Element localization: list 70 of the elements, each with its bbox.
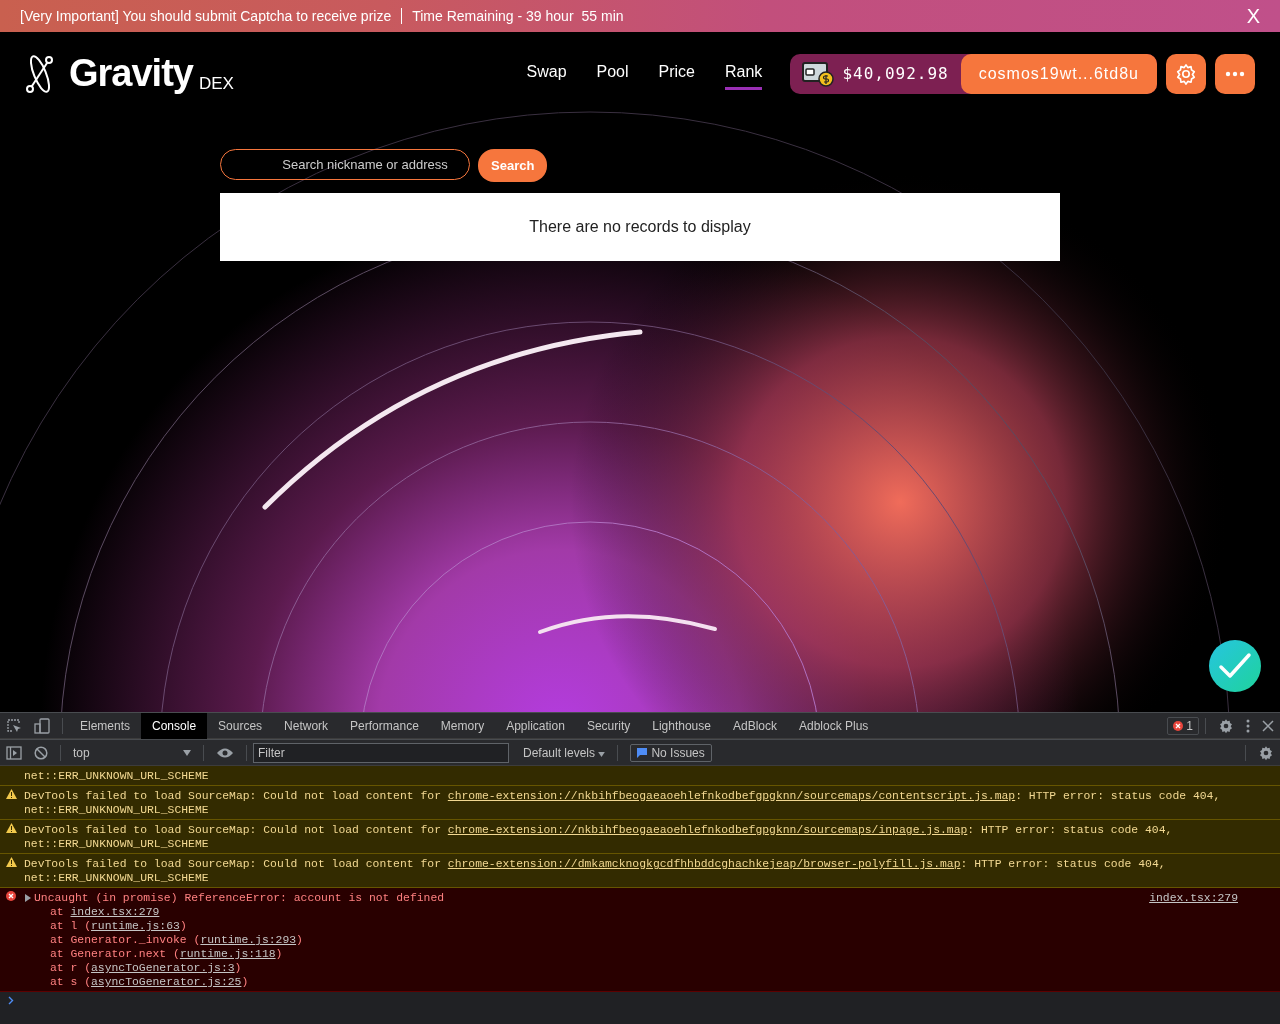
- time-remaining: Time Remaining - 39 hour: [412, 8, 574, 24]
- warning-icon: [6, 823, 17, 833]
- source-link[interactable]: runtime.js:118: [179, 948, 276, 960]
- logo-icon: [25, 53, 55, 94]
- warning-text: net::ERR_UNKNOWN_URL_SCHEME: [24, 803, 210, 817]
- caret-icon: [598, 751, 606, 757]
- warning-text: DevTools failed to load SourceMap: Could not load content for chrome-extension://nkbihfbeogaeaoehlefnkodbefgpgknn/sourcemaps/contentscript.js.map: HTTP error: status code 404,: [24, 789, 1222, 803]
- balance-amount: $40,092.98: [842, 64, 949, 83]
- devtools-tab[interactable]: Sources: [207, 712, 274, 739]
- warning-text: net::ERR_UNKNOWN_URL_SCHEME: [24, 769, 210, 783]
- expand-icon[interactable]: [24, 894, 32, 902]
- caret-icon: [183, 749, 191, 756]
- nav-tab[interactable]: Pool: [596, 57, 629, 90]
- nav-tab[interactable]: Price: [658, 57, 695, 90]
- settings-button[interactable]: [1166, 53, 1206, 94]
- warning-text: net::ERR_UNKNOWN_URL_SCHEME: [24, 837, 210, 851]
- source-link[interactable]: chrome-extension://dmkamcknogkgcdfhhbddcghachkejeap/browser-polyfill.js.map: [447, 858, 961, 870]
- warning-text: DevTools failed to load SourceMap: Could not load content for chrome-extension://nkbihfbeogaeaoehlefnkodbefgpgknn/sourcemaps/inpage.js.map: HTTP error: status code 404,: [24, 823, 1174, 837]
- devtools-tab[interactable]: Memory: [429, 712, 496, 739]
- nav-tab[interactable]: Swap: [526, 57, 567, 90]
- stack-frame: at l (runtime.js:63): [24, 919, 1280, 933]
- settings-icon: [1175, 62, 1197, 85]
- banner-message: [Very Important] You should submit Captcha to receive prize: [20, 8, 392, 24]
- stack-frame: at s (asyncToGenerator.js:25): [24, 975, 1280, 989]
- stack-frame: at r (asyncToGenerator.js:3): [24, 961, 1280, 975]
- warning-icon: [6, 857, 17, 867]
- source-link[interactable]: index.tsx:279: [70, 906, 160, 918]
- close-button[interactable]: X: [1246, 4, 1260, 28]
- time-minutes: 55 min: [581, 8, 624, 24]
- context-selector[interactable]: top: [67, 744, 197, 761]
- message-icon: [637, 747, 648, 758]
- logo-suffix: DEX: [198, 74, 234, 94]
- issues-button[interactable]: No Issues: [630, 743, 712, 762]
- search-field[interactable]: Search nickname or address: [220, 149, 470, 180]
- filter-field[interactable]: Filter: [253, 742, 509, 763]
- levels-dropdown[interactable]: Default levels: [517, 744, 612, 761]
- devtools-tab[interactable]: Console: [141, 712, 208, 739]
- check-icon: [1218, 652, 1252, 680]
- devtools-tab[interactable]: Network: [273, 712, 340, 739]
- more-button[interactable]: [1215, 53, 1255, 94]
- source-link[interactable]: chrome-extension://nkbihfbeogaeaoehlefnkodbefgpgknn/sourcemaps/contentscript.js.map: [447, 790, 1016, 802]
- devtools-tab[interactable]: Elements: [69, 712, 142, 739]
- error-icon: [1173, 720, 1184, 731]
- devtools-tab[interactable]: Lighthouse: [641, 712, 722, 739]
- error-icon: [6, 891, 16, 901]
- source-link[interactable]: index.tsx:279: [1149, 891, 1238, 905]
- empty-message: There are no records to display: [529, 218, 751, 236]
- source-link[interactable]: asyncToGenerator.js:25: [91, 976, 242, 988]
- more-icon: [1225, 70, 1245, 77]
- source-link[interactable]: asyncToGenerator.js:3: [91, 962, 235, 974]
- logo-text: Gravity: [69, 52, 193, 95]
- warning-text: net::ERR_UNKNOWN_URL_SCHEME: [24, 871, 210, 885]
- source-link[interactable]: runtime.js:63: [91, 920, 180, 932]
- stack-frame: at Generator.next (runtime.js:118): [24, 947, 1280, 961]
- error-count-badge[interactable]: 1: [1167, 716, 1199, 735]
- stack-frame: at Generator._invoke (runtime.js:293): [24, 933, 1280, 947]
- chevron-icon: [8, 996, 14, 1005]
- warning-icon: [6, 789, 17, 799]
- devtools-tab[interactable]: Adblock Plus: [788, 712, 880, 739]
- wallet-icon: [802, 59, 835, 88]
- stack-frame: at index.tsx:279: [24, 905, 1280, 919]
- nav-tab[interactable]: Rank: [725, 57, 763, 90]
- error-text: Uncaught (in promise) ReferenceError: account is not defined: [34, 891, 445, 905]
- source-link[interactable]: runtime.js:293: [200, 934, 297, 946]
- warning-text: DevTools failed to load SourceMap: Could not load content for chrome-extension://dmkamcknogkgcdfhhbddcghachkejeap/browser-polyfill.js.map: HTTP error: status code 404,: [24, 857, 1167, 871]
- devtools-tab[interactable]: Application: [495, 712, 576, 739]
- devtools-tab[interactable]: Performance: [339, 712, 430, 739]
- source-link[interactable]: chrome-extension://nkbihfbeogaeaoehlefnkodbefgpgknn/sourcemaps/inpage.js.map: [447, 824, 968, 836]
- devtools-tab[interactable]: AdBlock: [721, 712, 788, 739]
- devtools-tab[interactable]: Security: [575, 712, 642, 739]
